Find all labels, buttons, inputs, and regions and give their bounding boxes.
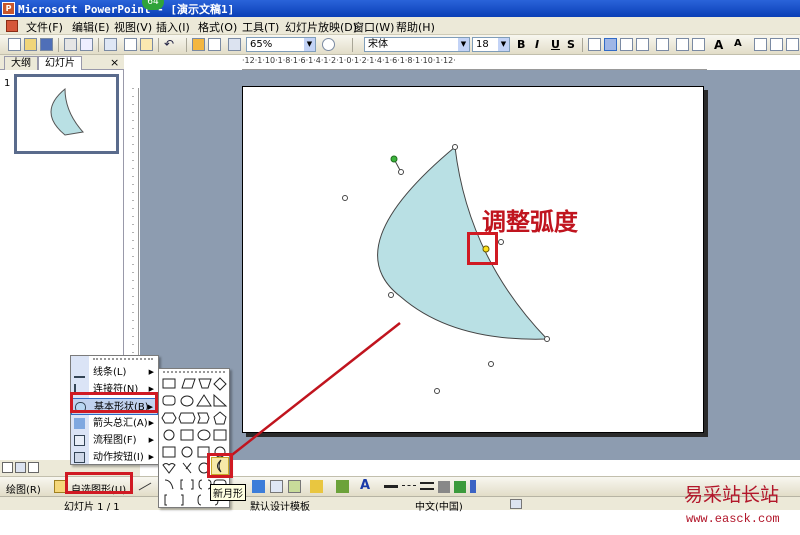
submenu-arrow-icon: ▶ [148, 453, 154, 461]
draw-menu-button[interactable]: 绘图(R) [6, 481, 41, 496]
spell-status-icon [510, 499, 522, 509]
parallelogram-shape-icon[interactable] [181, 378, 196, 389]
no-symbol-shape-icon[interactable] [181, 446, 193, 458]
watermark-site-name: 易采站长站 [684, 484, 780, 506]
frame-shape-icon[interactable] [180, 429, 194, 441]
status-slide-count: 幻灯片 1 / 1 [64, 502, 120, 513]
menu-item-flowchart[interactable]: 流程图(F) ▶ [71, 432, 158, 449]
submenu-arrow-icon: ▶ [148, 436, 154, 444]
line-tool-icon[interactable] [138, 482, 152, 491]
fill-color-icon[interactable] [310, 480, 323, 493]
lines-icon [74, 367, 85, 378]
plus-shape-icon[interactable] [197, 412, 210, 424]
shadow-style-icon[interactable] [438, 481, 450, 493]
menu-item-action-buttons[interactable]: 动作按钮(I) ▶ [71, 449, 158, 466]
donut-shape-icon[interactable] [163, 429, 175, 441]
hexagon-shape-icon[interactable] [161, 412, 177, 424]
left-bracket-shape-icon[interactable] [164, 494, 167, 506]
lightning-shape-icon[interactable] [182, 462, 192, 474]
menu-item-label: 流程图(F) [93, 435, 137, 446]
action-button-icon [74, 452, 85, 463]
moon-shape-highlight [207, 453, 233, 478]
3d-style-icon[interactable] [454, 481, 466, 493]
status-bar: 幻灯片 1 / 1 默认设计模板 中文(中国) [0, 496, 800, 513]
left-brace-shape-icon[interactable] [197, 494, 202, 506]
line-style-icon[interactable] [384, 485, 398, 488]
arc-shape-icon[interactable] [164, 479, 174, 490]
can-shape-icon[interactable] [197, 429, 211, 441]
trapezoid-shape-icon[interactable] [198, 378, 212, 389]
menu-item-label: 线条(L) [93, 367, 127, 378]
menu-item-block-arrows[interactable]: 箭头总汇(A) ▶ [71, 415, 158, 432]
right-triangle-shape-icon[interactable] [213, 393, 228, 407]
menu-item-label: 箭头总汇(A) [93, 418, 148, 429]
status-design-template: 默认设计模板 [250, 502, 310, 513]
watermark-url: www.easck.com [686, 512, 780, 526]
line-color-icon[interactable] [336, 480, 349, 493]
dash-style-icon[interactable] [402, 485, 416, 488]
insert-clipart-icon[interactable] [270, 480, 283, 493]
toolbar-options-icon[interactable] [470, 480, 476, 493]
insert-diagram-icon[interactable] [252, 480, 265, 493]
submenu-arrow-icon: ▶ [148, 368, 154, 376]
right-bracket-shape-icon[interactable] [181, 494, 184, 506]
status-language: 中文(中国) [415, 502, 463, 513]
palette-drag-handle[interactable] [163, 371, 225, 374]
menu-item-lines[interactable]: 线条(L) ▶ [71, 364, 158, 381]
triangle-shape-icon[interactable] [196, 394, 212, 407]
normal-view-icon[interactable] [2, 462, 13, 473]
heart-shape-icon[interactable] [162, 463, 176, 474]
arrow-style-icon[interactable] [420, 482, 434, 490]
oval-shape-icon[interactable] [180, 395, 194, 407]
insert-picture-icon[interactable] [288, 480, 301, 493]
shape-tooltip: 新月形 [210, 484, 246, 501]
bevel-shape-icon[interactable] [162, 446, 176, 458]
autoshapes-highlight [65, 472, 133, 494]
slideshow-icon[interactable] [28, 462, 39, 473]
font-color-icon[interactable]: A [360, 478, 370, 493]
double-bracket-shape-icon[interactable] [180, 479, 194, 490]
rounded-rect-shape-icon[interactable] [162, 395, 176, 406]
basic-shapes-highlight [70, 392, 158, 413]
pentagon-shape-icon[interactable] [213, 411, 227, 425]
menu-item-label: 动作按钮(I) [93, 452, 144, 463]
diamond-shape-icon[interactable] [213, 377, 227, 391]
block-arrows-icon [74, 418, 85, 429]
flowchart-icon [74, 435, 85, 446]
cube-shape-icon[interactable] [213, 429, 227, 441]
rectangle-shape-icon[interactable] [162, 378, 176, 389]
submenu-arrow-icon: ▶ [148, 419, 154, 427]
octagon-shape-icon[interactable] [178, 412, 196, 424]
menu-drag-handle[interactable] [93, 358, 153, 362]
slide-sorter-icon[interactable] [15, 462, 26, 473]
